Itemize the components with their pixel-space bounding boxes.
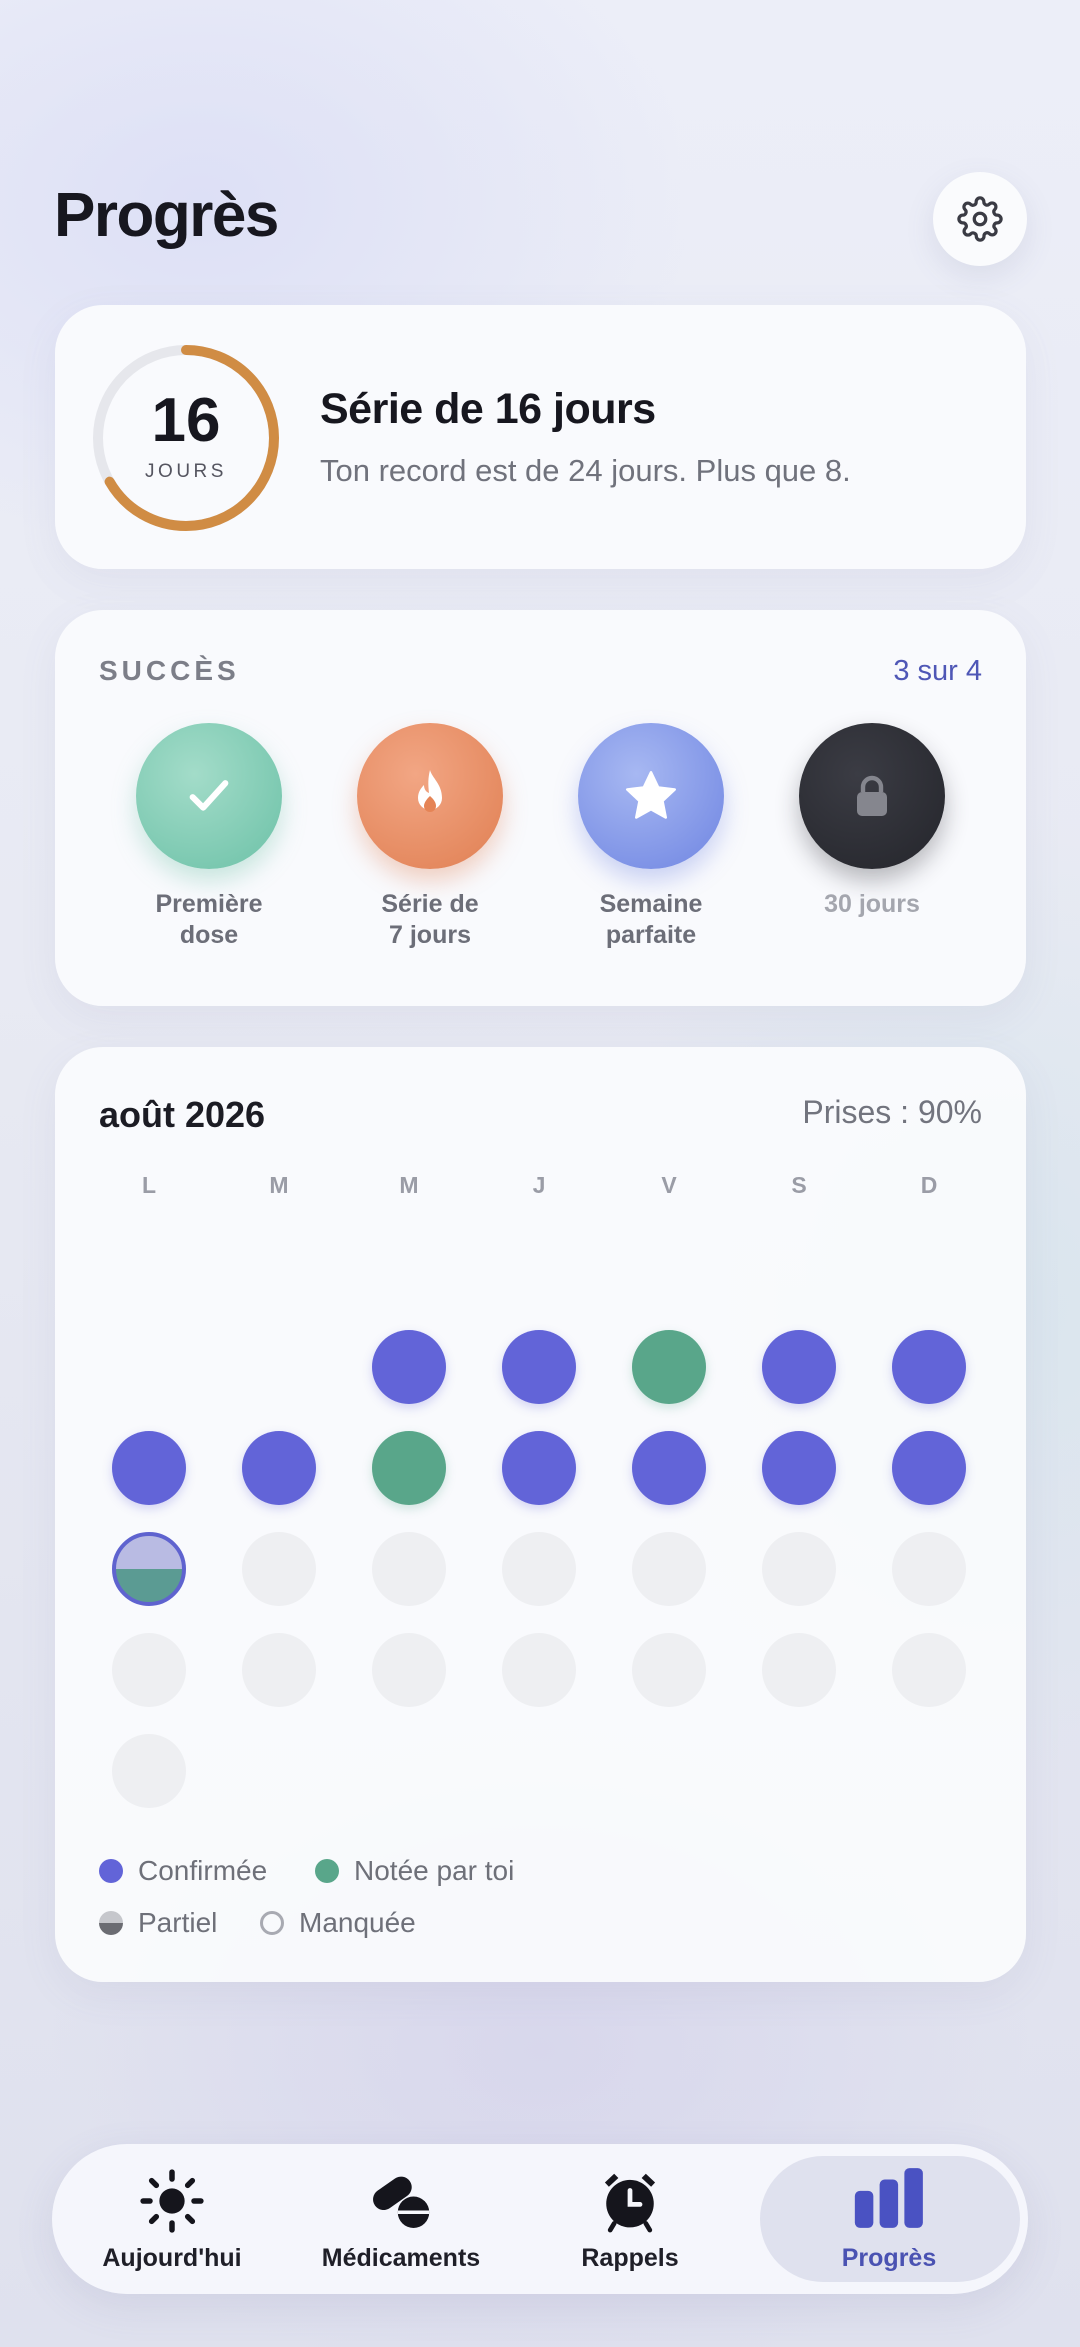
streak-title: Série de 16 jours (320, 385, 656, 433)
legend-noted: Notée par toi (315, 1855, 514, 1887)
calendar-day-noted[interactable] (372, 1431, 446, 1505)
achievements-count: 3 sur 4 (893, 655, 982, 687)
weekday-label: L (141, 1172, 157, 1198)
legend-partial: Partiel (99, 1907, 217, 1939)
calendar-day-future[interactable] (112, 1633, 186, 1707)
badge-label: Première dose (155, 890, 263, 949)
badge-7-day-streak[interactable]: Série de 7 jours (340, 723, 520, 951)
alarm-clock-icon (604, 2173, 656, 2233)
calendar-day-noted[interactable] (632, 1330, 706, 1404)
achievements-heading: SUCCÈS (99, 655, 240, 686)
calendar-day-confirmed[interactable] (762, 1330, 836, 1404)
achievements-card: SUCCÈS 3 sur 4 Première dose Série de 7 … (55, 610, 1026, 1006)
lock-icon (857, 775, 887, 816)
legend-label: Confirmée (138, 1855, 268, 1886)
calendar-day-partial-today[interactable] (112, 1532, 186, 1606)
calendar-day-future[interactable] (112, 1734, 186, 1808)
calendar-day-future[interactable] (762, 1532, 836, 1606)
page-title: Progrès (54, 181, 279, 250)
sun-icon (140, 2169, 204, 2233)
calendar-day-confirmed[interactable] (892, 1431, 966, 1505)
missed-dot (260, 1911, 284, 1935)
calendar-day-confirmed[interactable] (502, 1431, 576, 1505)
calendar-day-future[interactable] (502, 1633, 576, 1707)
badge-circle (578, 723, 724, 869)
calendar-day-future[interactable] (892, 1633, 966, 1707)
badge-perfect-week[interactable]: Semaine parfaite (561, 723, 741, 951)
calendar-day-confirmed[interactable] (372, 1330, 446, 1404)
badge-circle (799, 723, 945, 869)
streak-subtitle: Ton record est de 24 jours. Plus que 8. (320, 453, 851, 488)
calendar-day-future[interactable] (242, 1633, 316, 1707)
tab-medications[interactable]: Médicaments (281, 2144, 521, 2294)
calendar-day-future[interactable] (632, 1633, 706, 1707)
tab-label: Aujourd'hui (102, 2244, 242, 2272)
adherence-rate: Prises : 90% (802, 1094, 982, 1130)
calendar-day-future[interactable] (242, 1532, 316, 1606)
calendar-day-confirmed[interactable] (632, 1431, 706, 1505)
calendar-day-future[interactable] (762, 1633, 836, 1707)
tab-label: Progrès (841, 2244, 937, 2272)
flame-icon (418, 770, 442, 812)
badge-first-dose[interactable]: Première dose (119, 723, 299, 951)
legend-confirmed: Confirmée (99, 1855, 267, 1887)
checkmark-icon (189, 780, 229, 811)
badge-30-days-locked[interactable]: 30 jours (782, 723, 962, 920)
badge-circle (357, 723, 503, 869)
calendar-day-future[interactable] (892, 1532, 966, 1606)
legend-label: Notée par toi (354, 1855, 515, 1886)
badge-circle (136, 723, 282, 869)
weekday-label: M (269, 1172, 289, 1198)
streak-days: 16 (151, 386, 221, 455)
pills-icon (373, 2176, 430, 2228)
calendar-day-confirmed[interactable] (242, 1431, 316, 1505)
calendar-day-confirmed[interactable] (502, 1330, 576, 1404)
settings-button[interactable] (933, 172, 1027, 266)
weekday-label: V (661, 1172, 677, 1198)
legend-label: Partiel (138, 1907, 218, 1938)
weekday-label: M (399, 1172, 419, 1198)
calendar-day-future[interactable] (502, 1532, 576, 1606)
star-icon (626, 771, 676, 819)
bar-chart-icon (854, 2168, 923, 2228)
tab-reminders[interactable]: Rappels (510, 2144, 750, 2294)
tab-bar: Aujourd'hui Médicaments Rappels Progrès (52, 2144, 1028, 2294)
gear-icon (957, 196, 1003, 242)
calendar-card: août 2026 Prises : 90% L M M J V S D Con… (55, 1047, 1026, 1982)
legend-missed: Manquée (260, 1907, 416, 1939)
badge-label: Série de 7 jours (381, 890, 479, 949)
tab-today[interactable]: Aujourd'hui (52, 2144, 292, 2294)
legend-label: Manquée (299, 1907, 416, 1938)
calendar-day-confirmed[interactable] (762, 1431, 836, 1505)
weekday-label: J (532, 1172, 546, 1198)
streak-unit: JOURS (145, 461, 227, 482)
streak-card: 16 JOURS Série de 16 jours Ton record es… (55, 305, 1026, 569)
partial-dot (99, 1911, 123, 1935)
badge-label: 30 jours (824, 890, 920, 918)
tab-progress[interactable]: Progrès (758, 2144, 1020, 2294)
noted-dot (315, 1859, 339, 1883)
calendar-day-future[interactable] (372, 1633, 446, 1707)
calendar-month: août 2026 (99, 1094, 266, 1135)
tab-label: Médicaments (321, 2244, 481, 2272)
calendar-day-future[interactable] (632, 1532, 706, 1606)
calendar-day-confirmed[interactable] (112, 1431, 186, 1505)
badge-label: Semaine parfaite (599, 890, 703, 949)
calendar-day-confirmed[interactable] (892, 1330, 966, 1404)
tab-label: Rappels (581, 2244, 679, 2272)
confirmed-dot (99, 1859, 123, 1883)
weekday-label: D (920, 1172, 938, 1198)
weekday-label: S (791, 1172, 807, 1198)
calendar-day-future[interactable] (372, 1532, 446, 1606)
